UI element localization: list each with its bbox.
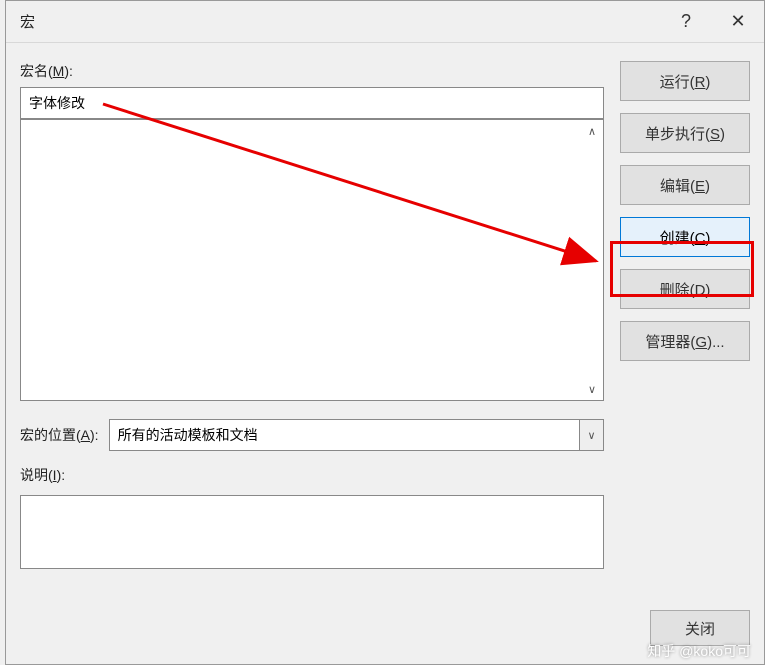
macro-list[interactable]: ∧ ∨ — [20, 119, 604, 401]
titlebar: 宏 ? ✕ — [6, 1, 764, 43]
close-window-button[interactable]: ✕ — [712, 1, 764, 43]
location-row: 宏的位置(A): 所有的活动模板和文档 ∨ — [20, 419, 604, 451]
description-label: 说明(I): — [20, 465, 604, 485]
macro-location-label: 宏的位置(A): — [20, 425, 99, 445]
macro-name-label: 宏名(M): — [20, 61, 604, 81]
delete-button[interactable]: 删除(D) — [620, 269, 750, 309]
macro-name-input[interactable] — [20, 87, 604, 119]
left-column: 宏名(M): ∧ ∨ 宏的位置(A): 所有的活动模板和文档 ∨ 说明(I): — [20, 61, 604, 569]
macro-dialog: 宏 ? ✕ 宏名(M): ∧ ∨ 宏的位置(A): 所有的活动模板和文档 ∨ 说… — [5, 0, 765, 665]
macro-list-area[interactable] — [21, 120, 603, 400]
location-select[interactable]: 所有的活动模板和文档 ∨ — [109, 419, 604, 451]
scroll-up-icon[interactable]: ∧ — [583, 122, 601, 140]
description-box[interactable] — [20, 495, 604, 569]
scroll-down-icon[interactable]: ∨ — [583, 380, 601, 398]
location-value: 所有的活动模板和文档 — [110, 420, 579, 450]
dropdown-icon[interactable]: ∨ — [579, 420, 603, 450]
help-button[interactable]: ? — [660, 1, 712, 43]
step-button[interactable]: 单步执行(S) — [620, 113, 750, 153]
window-title: 宏 — [6, 11, 35, 32]
create-button[interactable]: 创建(C) — [620, 217, 750, 257]
right-button-column: 运行(R) 单步执行(S) 编辑(E) 创建(C) 删除(D) 管理器(G)..… — [620, 61, 750, 569]
dialog-content: 宏名(M): ∧ ∨ 宏的位置(A): 所有的活动模板和文档 ∨ 说明(I): … — [6, 43, 764, 583]
organizer-button[interactable]: 管理器(G)... — [620, 321, 750, 361]
watermark-text: 知乎 @koko可可 — [647, 641, 751, 661]
edit-button[interactable]: 编辑(E) — [620, 165, 750, 205]
run-button[interactable]: 运行(R) — [620, 61, 750, 101]
